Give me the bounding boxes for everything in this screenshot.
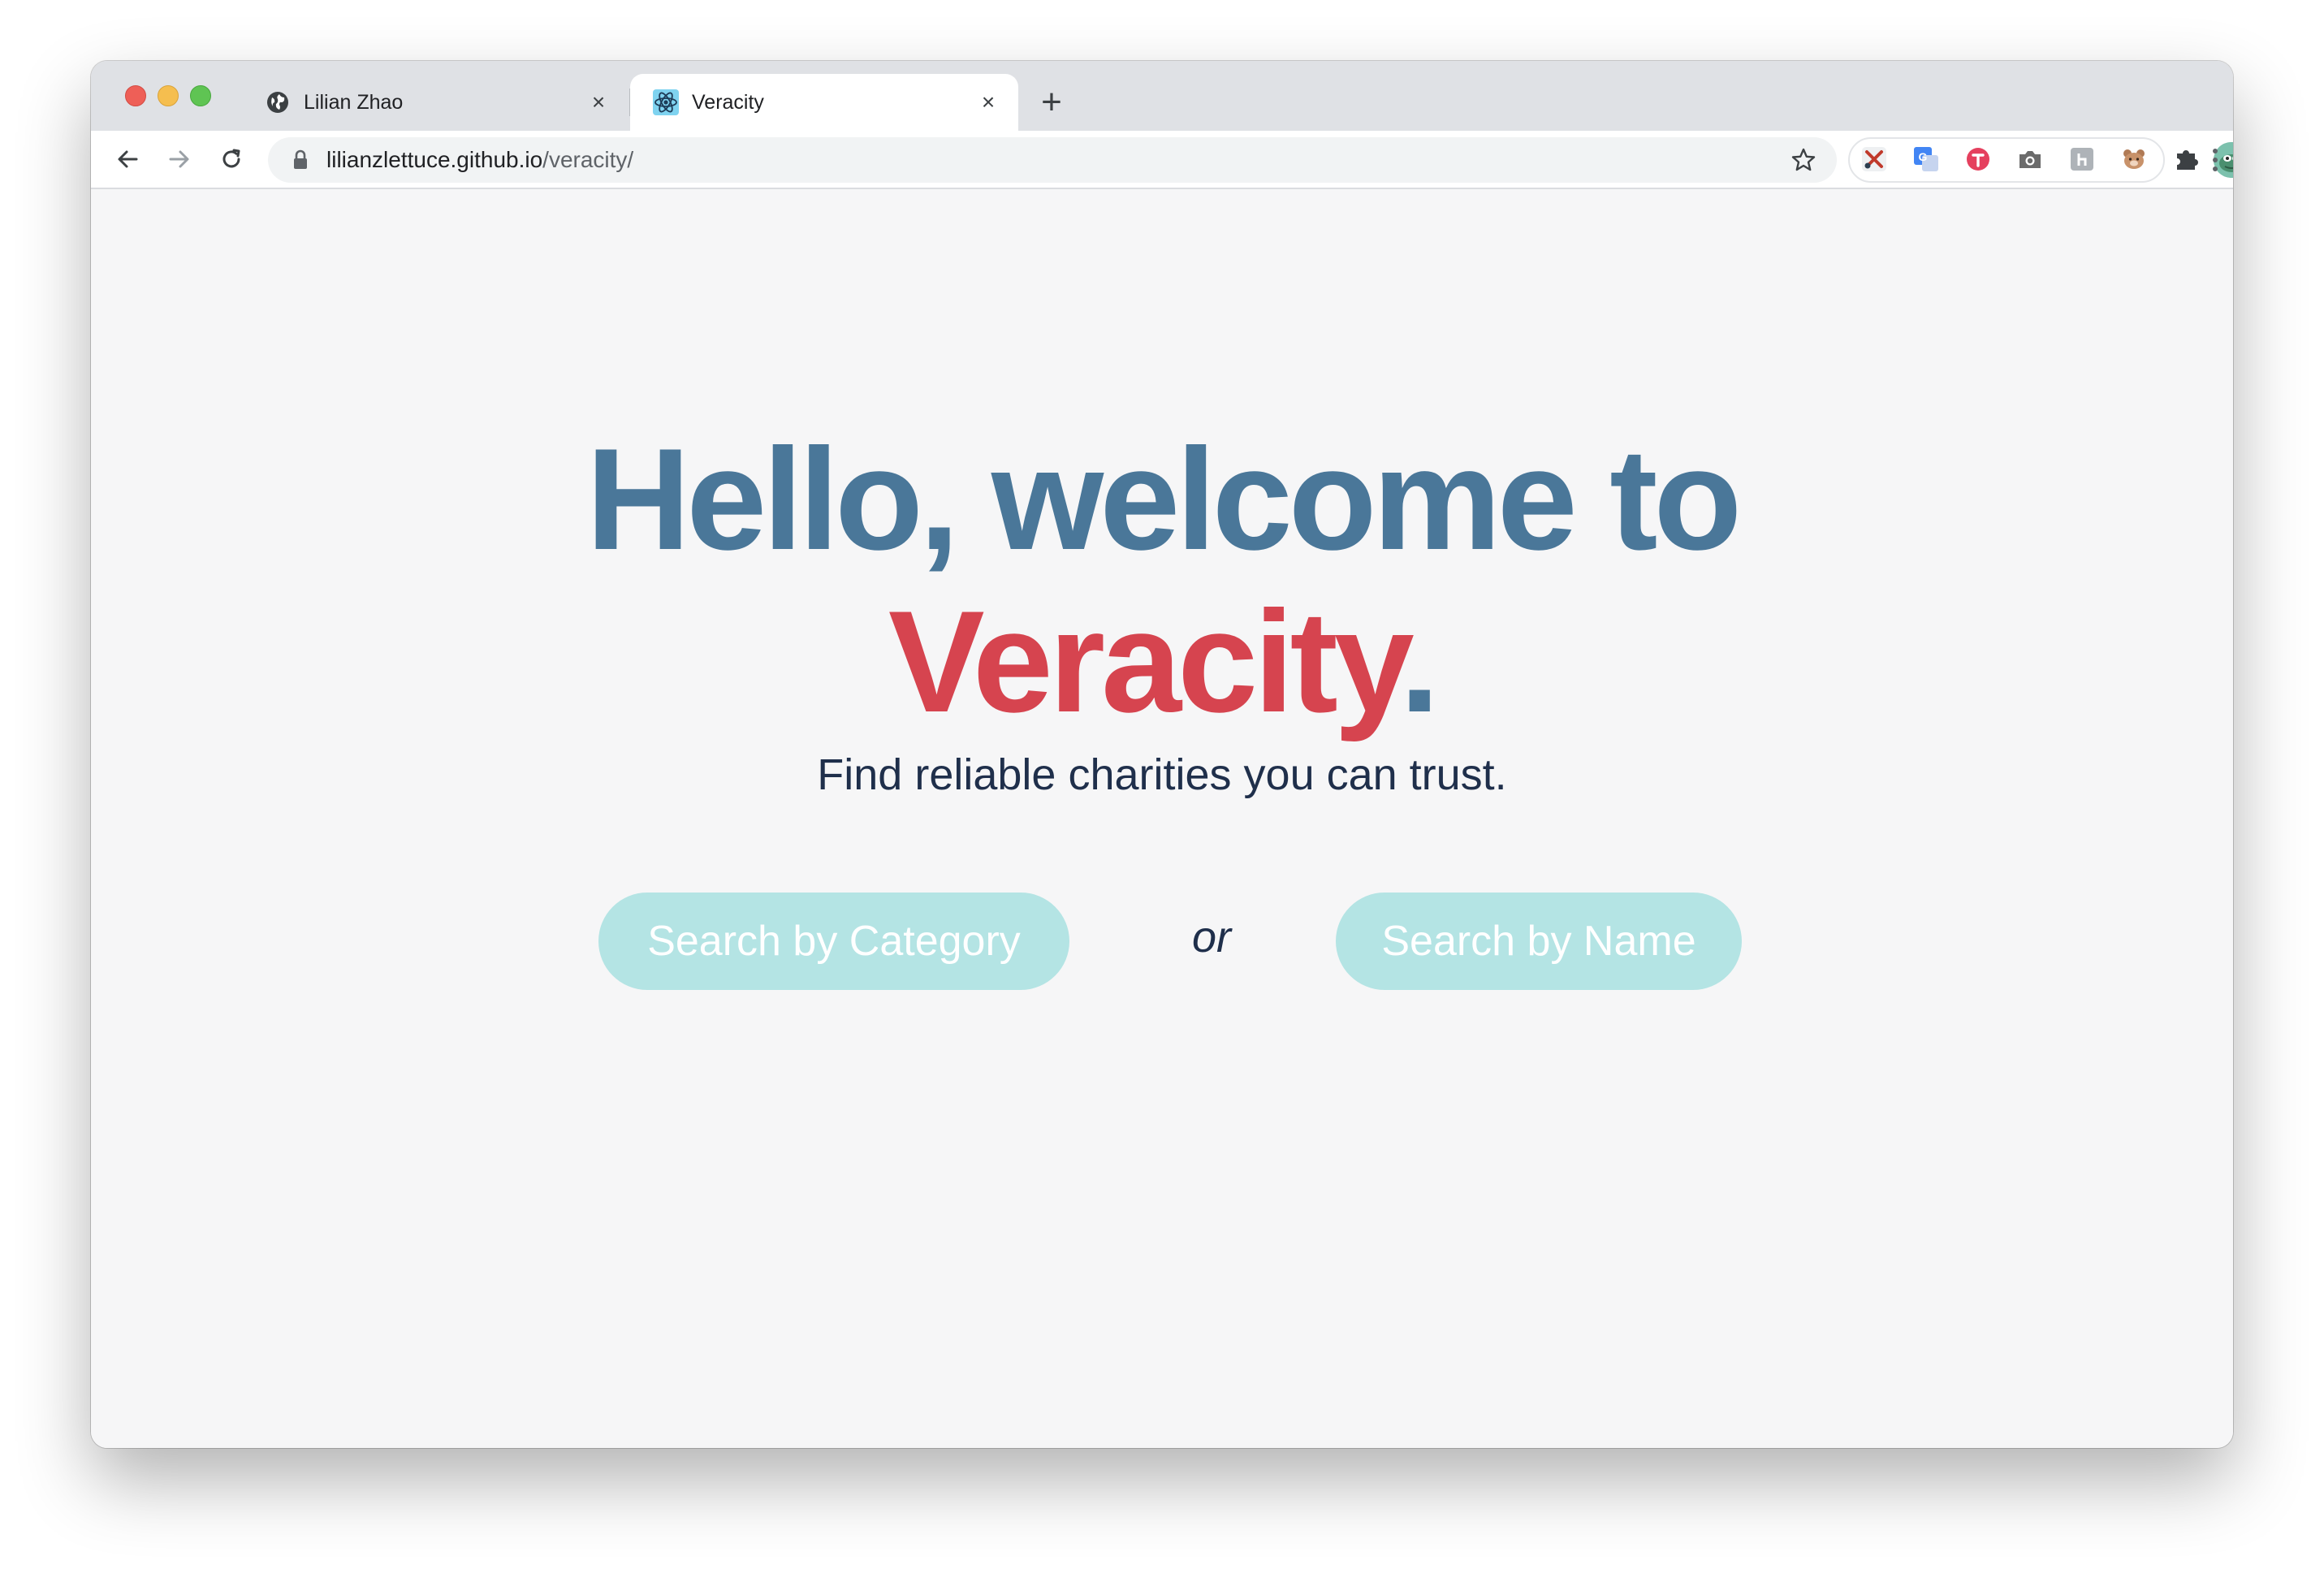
- camera-extension-icon[interactable]: [2015, 145, 2045, 174]
- browser-window: Lilian Zhao × Veracity × + lilianzlettuc…: [91, 61, 2233, 1448]
- address-bar[interactable]: lilianzlettuce.github.io /veracity/: [268, 137, 1837, 183]
- extensions-group: [1848, 137, 2165, 183]
- heading-line-brand: Veracity.: [91, 581, 2233, 743]
- lock-icon[interactable]: [291, 148, 310, 172]
- browser-toolbar: lilianzlettuce.github.io /veracity/ G: [91, 131, 2233, 189]
- tab-title: Lilian Zhao: [304, 90, 404, 114]
- tab-veracity[interactable]: Veracity ×: [630, 74, 1018, 131]
- heading-line-welcome: Hello, welcome to: [585, 418, 1742, 580]
- tab-lilian-zhao[interactable]: Lilian Zhao ×: [242, 74, 629, 131]
- search-by-name-button[interactable]: Search by Name: [1336, 893, 1742, 990]
- translate-extension-icon[interactable]: G: [1911, 145, 1941, 174]
- tab-strip: Lilian Zhao × Veracity × +: [91, 61, 2233, 131]
- close-window-button[interactable]: [125, 85, 146, 106]
- kebab-menu-icon[interactable]: [2203, 142, 2227, 178]
- puzzle-extensions-icon[interactable]: [2171, 145, 2201, 174]
- arrow-right-icon: [169, 150, 189, 168]
- tab-close-icon[interactable]: ×: [586, 89, 611, 115]
- svg-text:G: G: [1919, 150, 1928, 163]
- minimize-window-button[interactable]: [158, 85, 179, 106]
- bear-extension-icon[interactable]: [2119, 145, 2149, 174]
- forward-button[interactable]: [161, 140, 198, 178]
- arrow-left-icon: [118, 150, 138, 168]
- brand-period: .: [1399, 581, 1441, 742]
- tagline: Find reliable charities you can trust.: [817, 750, 1507, 799]
- tab-title: Veracity: [692, 90, 764, 114]
- scissors-extension-icon[interactable]: [1860, 145, 1889, 174]
- new-tab-button[interactable]: +: [1033, 84, 1070, 121]
- react-icon: [653, 89, 679, 115]
- tab-close-icon[interactable]: ×: [976, 89, 1000, 115]
- reload-button[interactable]: [213, 140, 250, 178]
- back-button[interactable]: [109, 140, 146, 178]
- red-circle-extension-icon[interactable]: [1963, 145, 1993, 174]
- or-separator: or: [1191, 913, 1231, 962]
- globe-icon: [265, 89, 291, 115]
- zoom-window-button[interactable]: [190, 85, 211, 106]
- search-by-category-button[interactable]: Search by Category: [598, 893, 1069, 990]
- bookmark-star-icon[interactable]: [1790, 146, 1817, 174]
- grey-square-extension-icon[interactable]: [2067, 145, 2097, 174]
- page-content: Hello, welcome to Veracity. Find reliabl…: [91, 189, 2233, 1448]
- url-host: lilianzlettuce.github.io: [326, 147, 543, 172]
- url-path: /veracity/: [542, 147, 634, 172]
- reload-icon: [222, 149, 240, 168]
- hero-heading: Hello, welcome to Veracity.: [91, 418, 2233, 743]
- brand-name: Veracity: [888, 581, 1404, 742]
